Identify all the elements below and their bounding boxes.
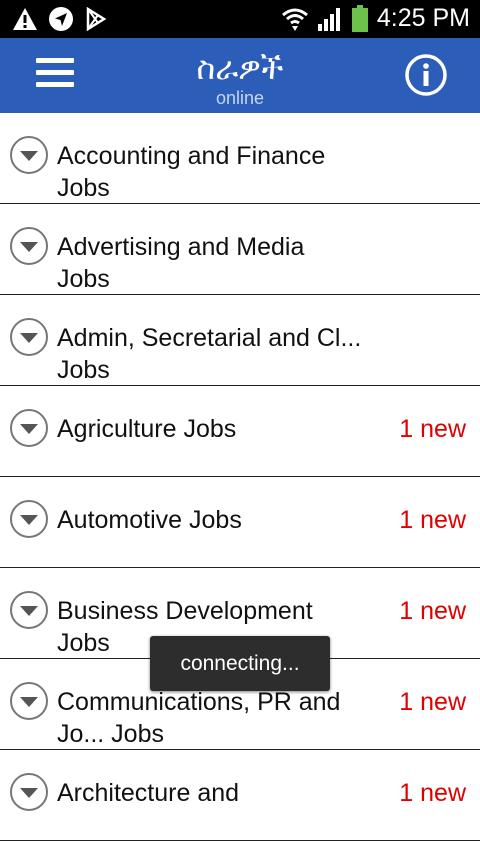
notification-icons [12, 6, 108, 32]
app-bar: ስራዎች online [0, 38, 480, 113]
category-label: Automotive Jobs [57, 506, 242, 534]
list-item[interactable]: Accounting and Finance Jobs [0, 113, 480, 204]
chevron-down-icon[interactable] [9, 226, 49, 266]
new-badge: 1 new [399, 779, 466, 807]
list-item[interactable]: Automotive Jobs 1 new [0, 477, 480, 568]
list-item[interactable]: Advertising and Media Jobs [0, 204, 480, 295]
category-label: Admin, Secretarial and Cl... Jobs [57, 324, 362, 384]
category-label: Advertising and Media Jobs [57, 233, 305, 293]
status-bar: 4:25 PM [0, 0, 480, 38]
warning-icon [13, 8, 37, 30]
chevron-down-icon[interactable] [9, 590, 49, 630]
chevron-down-icon[interactable] [9, 408, 49, 448]
battery-icon [351, 4, 368, 32]
category-label: Communications, PR and Jo... Jobs [57, 688, 341, 748]
category-label: Architecture and [57, 779, 240, 807]
new-badge: 1 new [399, 688, 466, 716]
list-item[interactable]: Admin, Secretarial and Cl... Jobs [0, 295, 480, 386]
chevron-down-icon[interactable] [9, 681, 49, 721]
chevron-down-icon[interactable] [9, 317, 49, 357]
chevron-down-icon[interactable] [9, 499, 49, 539]
signal-icon [317, 7, 340, 31]
list-item[interactable]: Architecture and 1 new [0, 750, 480, 841]
info-icon[interactable] [405, 54, 447, 96]
new-badge: 1 new [399, 415, 466, 443]
category-list: Accounting and Finance Jobs Advertising a… [0, 113, 480, 841]
new-badge: 1 new [399, 597, 466, 625]
list-item[interactable]: Agriculture Jobs 1 new [0, 386, 480, 477]
navigation-icon [49, 7, 73, 31]
system-icons: 4:25 PM [281, 4, 470, 33]
clock: 4:25 PM [376, 4, 470, 32]
category-label: Accounting and Finance Jobs [57, 142, 326, 202]
new-badge: 1 new [399, 506, 466, 534]
chevron-down-icon[interactable] [9, 135, 49, 175]
play-store-icon [86, 7, 107, 31]
wifi-icon [281, 8, 308, 31]
chevron-down-icon[interactable] [9, 772, 49, 812]
category-label: Agriculture Jobs [57, 415, 237, 443]
connecting-toast: connecting... [150, 636, 330, 691]
